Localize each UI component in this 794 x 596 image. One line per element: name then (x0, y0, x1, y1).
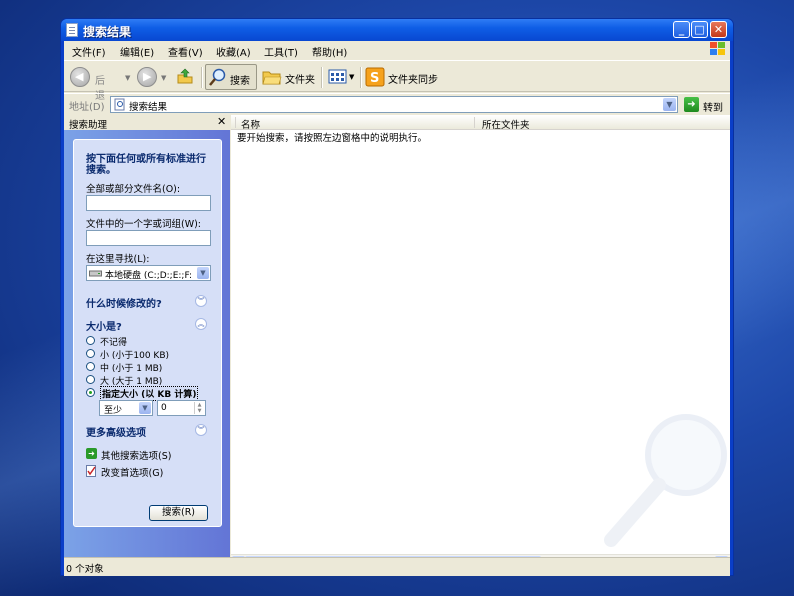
address-value: 搜索结果 (129, 102, 168, 113)
magnifier-icon (209, 68, 226, 86)
word-label: 文件中的一个字或词组(W): (86, 219, 202, 230)
expand-chevron-icon[interactable]: ︾ (195, 424, 207, 436)
column-name[interactable]: 名称 (241, 117, 260, 131)
spinner-arrows-icon[interactable]: ▲ ▼ (194, 402, 204, 414)
views-button[interactable]: ▼ (326, 64, 356, 90)
search-pane-title: 搜索助理 (69, 120, 108, 131)
address-input[interactable]: 搜索结果 ▼ (110, 96, 678, 113)
menu-edit[interactable]: 编辑(E) (120, 44, 154, 59)
look-in-value: 本地硬盘 (C:;D:;E:;F: (105, 271, 192, 281)
run-search-button[interactable]: 搜索(R) (149, 505, 208, 521)
advanced-options-header[interactable]: 更多高级选项 (86, 424, 146, 439)
go-label: 转到 (703, 103, 723, 114)
hard-drive-icon (89, 270, 102, 277)
status-text: 0 个对象 (66, 564, 104, 575)
dropdown-arrow-icon: ▼ (161, 74, 167, 82)
menu-file[interactable]: 文件(F) (72, 44, 106, 59)
size-header[interactable]: 大小是? (86, 318, 122, 333)
folder-sync-label: 文件夹同步 (388, 75, 438, 86)
search-pane: 按下面任何或所有标准进行搜索。 全部或部分文件名(O): 文件中的一个字或词组(… (64, 130, 230, 568)
document-icon (66, 23, 78, 37)
folders-label: 文件夹 (285, 75, 315, 86)
title-bar[interactable]: 搜索结果 _ □ ✕ (61, 19, 733, 41)
search-criteria-panel: 按下面任何或所有标准进行搜索。 全部或部分文件名(O): 文件中的一个字或词组(… (73, 139, 222, 527)
go-arrow-icon: ➜ (684, 97, 699, 112)
radio-button[interactable] (86, 349, 95, 358)
up-folder-button[interactable] (175, 64, 195, 90)
magnifier-watermark-icon (604, 414, 727, 547)
menu-help[interactable]: 帮助(H) (312, 44, 347, 59)
green-arrow-icon: ➜ (86, 448, 97, 459)
sync-icon: S (365, 67, 385, 87)
windows-logo-icon (710, 42, 726, 57)
column-folder[interactable]: 所在文件夹 (482, 117, 530, 131)
search-label: 搜索 (230, 76, 250, 87)
chevron-down-icon[interactable]: ▼ (197, 267, 209, 279)
up-folder-icon (177, 68, 193, 84)
toolbar-separator (321, 67, 323, 88)
address-label: 地址(D) (69, 102, 105, 113)
collapse-chevron-icon[interactable]: ︽ (195, 318, 207, 330)
minimize-button[interactable]: _ (673, 21, 690, 38)
radio-button-selected[interactable] (86, 388, 95, 397)
forward-arrow-icon: ▶ (137, 67, 157, 87)
dropdown-arrow-icon: ▼ (125, 74, 131, 82)
toolbar: ◀ 后退 ▼ ▶ ▼ 搜索 文件夹 ▼ S 文件夹同步 (64, 60, 730, 102)
maximize-button[interactable]: □ (691, 21, 708, 38)
filename-label: 全部或部分文件名(O): (86, 184, 181, 195)
window-client: 文件(F) 编辑(E) 查看(V) 收藏(A) 工具(T) 帮助(H) ◀ 后退… (64, 41, 730, 576)
menu-view[interactable]: 查看(V) (168, 44, 203, 59)
svg-text:S: S (370, 71, 379, 86)
look-in-select[interactable]: 本地硬盘 (C:;D:;E:;F: ▼ (86, 265, 211, 281)
menu-favorites[interactable]: 收藏(A) (216, 44, 251, 59)
column-header: 名称 所在文件夹 (231, 115, 730, 131)
window-title: 搜索结果 (83, 25, 132, 39)
status-bar: 0 个对象 (64, 557, 730, 576)
folder-icon (262, 71, 282, 85)
look-in-label: 在这里寻找(L): (86, 254, 150, 265)
toolbar-separator (360, 67, 362, 88)
radio-button[interactable] (86, 375, 95, 384)
when-modified-header[interactable]: 什么时候修改的? (86, 295, 162, 310)
address-bar: 地址(D) 搜索结果 ▼ ➜ 转到 (64, 93, 730, 115)
pane-close-icon[interactable]: ✕ (217, 115, 226, 128)
back-arrow-icon: ◀ (70, 67, 90, 87)
size-qualifier-select[interactable]: 至少 ▼ (99, 400, 153, 416)
folders-button[interactable]: 文件夹 (260, 64, 318, 90)
radio-button[interactable] (86, 336, 95, 345)
checklist-icon (86, 465, 96, 477)
dropdown-arrow-icon: ▼ (349, 73, 355, 81)
results-pane: 名称 所在文件夹 要开始搜索，请按照左边窗格中的说明执行。 ◀ ||| ▶ (231, 115, 730, 569)
toolbar-separator (201, 67, 203, 88)
menu-bar: 文件(F) 编辑(E) 查看(V) 收藏(A) 工具(T) 帮助(H) (64, 41, 730, 59)
chevron-down-icon[interactable]: ▼ (663, 98, 676, 111)
close-button[interactable]: ✕ (710, 21, 727, 38)
results-message: 要开始搜索，请按照左边窗格中的说明执行。 (237, 133, 428, 144)
search-button[interactable]: 搜索 (205, 64, 257, 90)
explorer-window: 搜索结果 _ □ ✕ 文件(F) 编辑(E) 查看(V) 收藏(A) 工具(T)… (61, 19, 733, 576)
menu-tools[interactable]: 工具(T) (264, 44, 298, 59)
search-results-icon (114, 98, 125, 111)
radio-button[interactable] (86, 362, 95, 371)
expand-chevron-icon[interactable]: ︾ (195, 295, 207, 307)
word-input[interactable] (86, 230, 211, 246)
size-value-spinner[interactable]: 0 ▲ ▼ (157, 400, 206, 416)
search-heading: 按下面任何或所有标准进行搜索。 (86, 154, 206, 176)
filename-input[interactable] (86, 195, 211, 211)
chevron-down-icon[interactable]: ▼ (139, 402, 151, 414)
folder-sync-button[interactable]: S 文件夹同步 (364, 64, 444, 90)
views-icon (328, 69, 347, 84)
